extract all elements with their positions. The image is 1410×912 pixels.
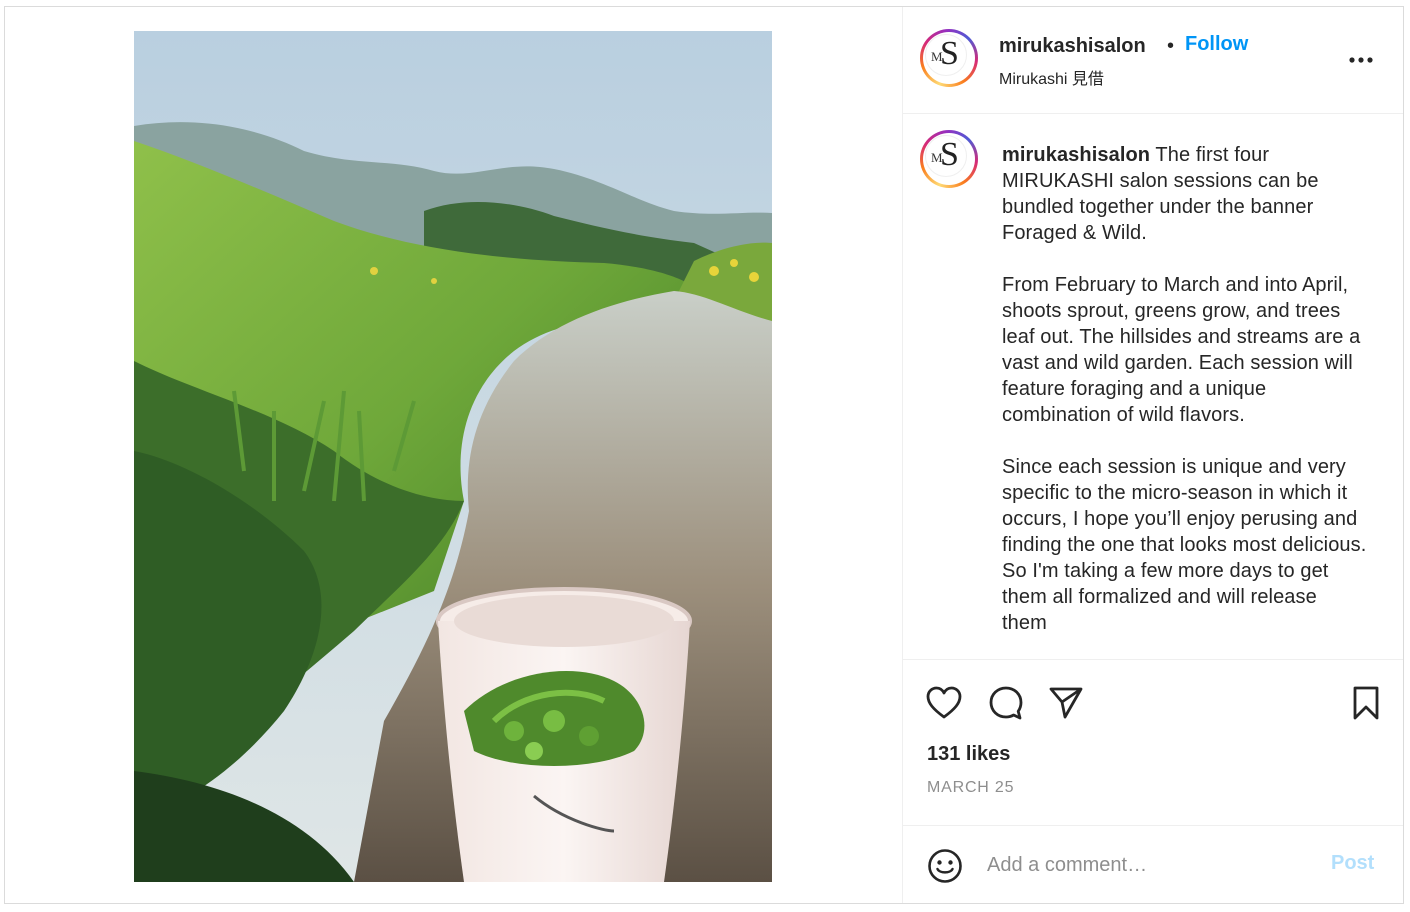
post-comment-button[interactable]: Post (1331, 852, 1374, 875)
heart-icon[interactable] (925, 684, 963, 722)
likes-count[interactable]: 131 likes (927, 743, 1010, 766)
username-link[interactable]: mirukashisalon (999, 35, 1146, 58)
avatar[interactable]: M S (920, 29, 978, 87)
comment-bar: Post (903, 825, 1403, 903)
comment-input[interactable] (987, 848, 1317, 882)
post-card: M S mirukashisalon • Follow Mirukashi 見借… (4, 6, 1404, 904)
brand-logo: M S (925, 135, 967, 177)
media-area (5, 7, 902, 903)
separator-dot: • (1167, 35, 1175, 57)
brand-logo: M S (925, 34, 967, 76)
caption-text: mirukashisalon The first four MIRUKASHI … (1002, 142, 1367, 636)
caption-body: The first four MIRUKASHI salon sessions … (1002, 144, 1367, 634)
post-date: MARCH 25 (927, 779, 1015, 796)
action-bar: 131 likes MARCH 25 (903, 660, 1403, 830)
caption-avatar[interactable]: M S (920, 130, 978, 188)
more-options-icon[interactable] (1347, 55, 1375, 65)
post-photo[interactable] (134, 31, 772, 882)
caption-area: M S mirukashisalon The first four MIRUKA… (903, 114, 1403, 660)
comment-bubble-icon[interactable] (987, 684, 1025, 722)
smiley-icon[interactable] (927, 848, 963, 884)
paper-plane-icon[interactable] (1047, 684, 1085, 722)
caption-username[interactable]: mirukashisalon (1002, 144, 1150, 166)
post-header: M S mirukashisalon • Follow Mirukashi 見借 (903, 7, 1403, 114)
post-sidebar: M S mirukashisalon • Follow Mirukashi 見借… (902, 7, 1403, 903)
location-link[interactable]: Mirukashi 見借 (999, 65, 1104, 89)
follow-button[interactable]: Follow (1185, 33, 1248, 56)
bookmark-icon[interactable] (1347, 684, 1385, 722)
